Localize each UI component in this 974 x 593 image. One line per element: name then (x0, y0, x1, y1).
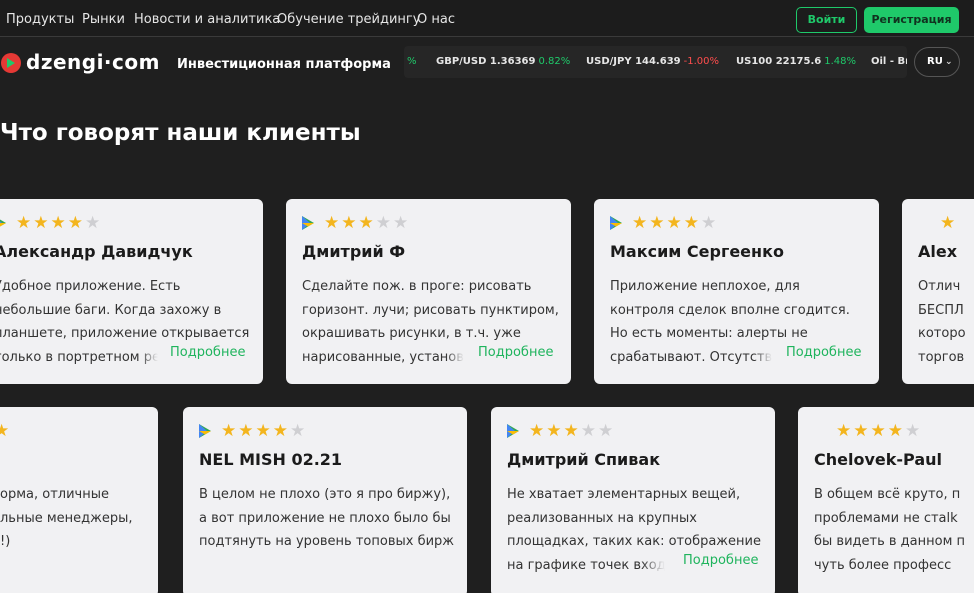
nav-markets[interactable]: Рынки (82, 12, 125, 27)
reviewer-name: Александр Давидчук (0, 242, 193, 261)
nav-products[interactable]: Продукты (6, 12, 74, 27)
read-more-link[interactable]: Подробнее (166, 345, 246, 360)
ticker-item[interactable]: % (404, 56, 417, 67)
rating-stars: ★ (0, 421, 12, 441)
google-play-icon (302, 216, 314, 230)
logo-text: dzengi·com (26, 50, 160, 74)
ticker-item[interactable]: Oil - Br (871, 56, 907, 67)
rating-stars: ★★★★★ (221, 421, 308, 441)
reviewer-name: NEL MISH 02.21 (199, 450, 343, 469)
language-label: RU (927, 56, 943, 67)
market-ticker: % GBP/USD 1.36369 0.82% USD/JPY 144.639 -1… (404, 46, 907, 78)
login-button[interactable]: Войти (796, 7, 857, 33)
rating-stars: ★★★★★ (16, 213, 103, 233)
google-play-icon (610, 216, 622, 230)
ticker-item[interactable]: USD/JPY 144.639 -1.00% (586, 56, 719, 67)
read-more-link[interactable]: Подробнее (474, 345, 554, 360)
google-play-icon (0, 219, 6, 227)
nav-news[interactable]: Новости и аналитика (134, 12, 280, 27)
reviewer-name: Максим Сергеенко (610, 242, 784, 261)
brand-bar: dzengi·com Инвестиционная платформа % GB… (0, 38, 974, 88)
review-card[interactable]: ★★★★★ Дмитрий Ф Сделайте пож. в проге: р… (286, 199, 571, 384)
apple-icon (814, 421, 826, 435)
review-card[interactable]: ★★★★★ Chelovek-Paul В общем всё круто, п… (798, 407, 974, 593)
reviewer-name: Chelovek-Paul (814, 450, 942, 469)
review-card[interactable]: ★★★★★ Александр Давидчук Удобное приложе… (0, 199, 263, 384)
review-card[interactable]: ★ орма, отличные льные менеджеры, !) (0, 407, 158, 593)
ticker-item[interactable]: US100 22175.6 1.48% (736, 56, 856, 67)
nav-about[interactable]: О нас (417, 12, 455, 27)
review-card[interactable]: ★ Alex Отлич БЕСПЛ которо торгов (902, 199, 974, 384)
section-title: Что говорят наши клиенты (0, 120, 361, 146)
review-card[interactable]: ★★★★★ NEL MISH 02.21 В целом не плохо (э… (183, 407, 467, 593)
rating-stars: ★ (940, 213, 958, 233)
logo-icon (1, 53, 21, 73)
review-text: В целом не плохо (это я про биржу), а во… (199, 487, 455, 549)
review-text: В общем всё круто, п проблемами не стalk… (814, 487, 966, 573)
read-more-link[interactable]: Подробнее (782, 345, 862, 360)
tagline: Инвестиционная платформа (177, 57, 391, 72)
review-text: Отлич БЕСПЛ которо торгов (918, 279, 966, 365)
ticker-item[interactable]: GBP/USD 1.36369 0.82% (436, 56, 570, 67)
reviewer-name: Alex (918, 242, 958, 261)
register-button[interactable]: Регистрация (864, 7, 959, 33)
chevron-down-icon: ⌄ (945, 57, 953, 67)
read-more-link[interactable]: Подробнее (679, 553, 759, 568)
reviewer-name: Дмитрий Спивак (507, 450, 661, 469)
rating-stars: ★★★★★ (632, 213, 719, 233)
review-card[interactable]: ★★★★★ Максим Сергеенко Приложение неплох… (594, 199, 879, 384)
google-play-icon (199, 424, 211, 438)
review-text: орма, отличные льные менеджеры, !) (0, 487, 133, 549)
rating-stars: ★★★★★ (836, 421, 923, 441)
rating-stars: ★★★★★ (324, 213, 411, 233)
reviewer-name: Дмитрий Ф (302, 242, 406, 261)
language-selector[interactable]: RU ⌄ (914, 47, 960, 77)
google-play-icon (507, 424, 519, 438)
top-nav: Продукты Рынки Новости и аналитика Обуче… (0, 0, 974, 37)
rating-stars: ★★★★★ (529, 421, 616, 441)
nav-education[interactable]: Обучение трейдингу (277, 12, 420, 27)
review-card[interactable]: ★★★★★ Дмитрий Спивак Не хватает элемента… (491, 407, 775, 593)
apple-icon (918, 213, 930, 227)
